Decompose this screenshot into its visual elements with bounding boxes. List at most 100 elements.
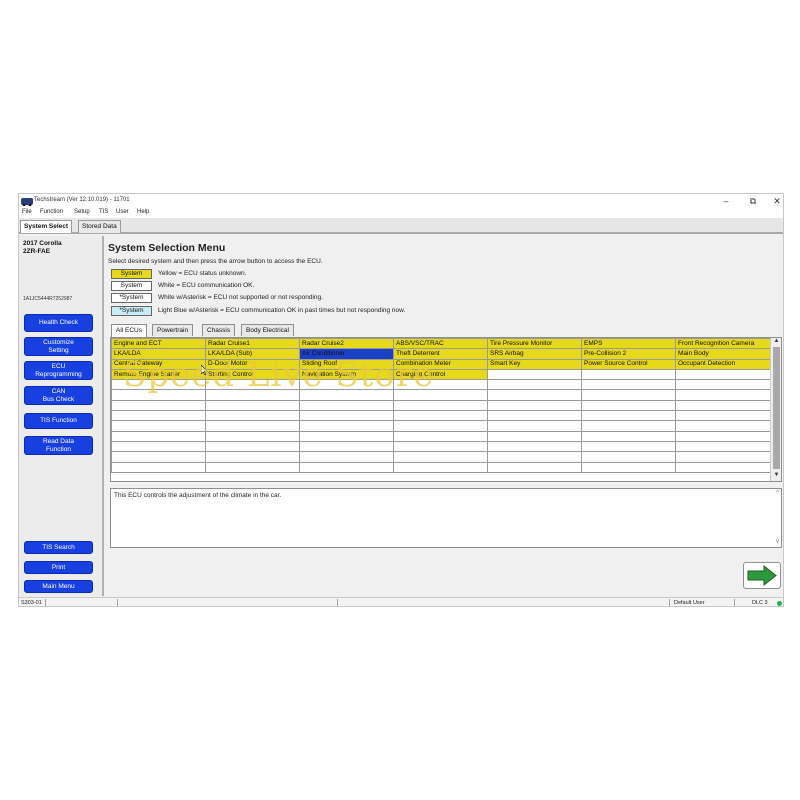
legend-text: Light Blue w/Asterisk = ECU communicatio… xyxy=(158,307,406,314)
status-bar: S303-01 Default User DLC 3 xyxy=(19,597,783,606)
legend-text: White w/Asterisk = ECU not supported or … xyxy=(158,294,323,301)
right-arrow-icon xyxy=(747,564,777,587)
scroll-down-icon[interactable]: ▼ xyxy=(772,472,781,478)
vehicle-info: 2017 Corolla 2ZR-FAE xyxy=(23,240,62,256)
empty-cell xyxy=(299,379,394,391)
scroll-up-icon[interactable]: ▲ xyxy=(772,338,781,344)
top-tab-strip: System Select Stored Data xyxy=(19,218,783,234)
ecu-cell[interactable]: Charging Control xyxy=(393,368,488,381)
status-divider xyxy=(337,599,338,606)
menu-user[interactable]: User xyxy=(116,209,129,215)
empty-cell xyxy=(393,379,488,391)
table-row xyxy=(111,389,772,401)
ecu-cell[interactable]: Radar Cruise1 xyxy=(205,338,300,350)
ecu-cell[interactable]: Theft Deterrent xyxy=(393,348,488,360)
menu-function[interactable]: Function xyxy=(40,209,63,215)
ecu-cell[interactable]: Combination Meter xyxy=(393,358,488,370)
tis-search-button[interactable]: TIS Search xyxy=(24,541,93,554)
menu-setup[interactable]: Setup xyxy=(74,209,90,215)
empty-cell xyxy=(675,430,772,442)
next-arrow-button[interactable] xyxy=(743,562,781,589)
empty-cell xyxy=(487,451,582,463)
empty-cell xyxy=(299,430,394,442)
can-bus-check-button[interactable]: CAN Bus Check xyxy=(24,386,93,405)
ecu-cell[interactable]: Main Body xyxy=(675,348,772,360)
legend-swatch: System xyxy=(111,281,152,291)
tab-system-select[interactable]: System Select xyxy=(20,220,73,233)
menu-bar: File Function Setup TIS User Help xyxy=(19,208,783,218)
empty-cell xyxy=(581,440,676,453)
tab-all-ecus[interactable]: All ECUs xyxy=(111,324,148,337)
empty-cell xyxy=(393,461,488,473)
ecu-cell[interactable]: Smart Key xyxy=(487,358,582,370)
ecu-cell[interactable]: Navigation System xyxy=(299,368,394,381)
empty-cell xyxy=(205,461,300,473)
read-data-function-button[interactable]: Read Data Function xyxy=(24,436,93,455)
ecu-reprogramming-button[interactable]: ECU Reprogramming xyxy=(24,361,93,380)
page-title: System Selection Menu xyxy=(108,242,226,254)
ecu-cell[interactable]: EMPS xyxy=(581,338,676,350)
menu-help[interactable]: Help xyxy=(137,209,149,215)
empty-cell xyxy=(393,440,488,453)
vin-number: 1A1JC5444R7252987 xyxy=(23,296,73,302)
minimize-button[interactable]: – xyxy=(719,194,733,208)
ecu-cell[interactable]: Sliding Roof xyxy=(299,358,394,370)
ecu-cell[interactable]: Air Conditioner xyxy=(299,348,394,360)
title-bar: Techstream (Ver 12.10.019) - 11701 – ⧉ ✕ xyxy=(19,194,783,208)
empty-cell xyxy=(205,379,300,391)
ecu-cell[interactable]: Radar Cruise2 xyxy=(299,338,394,350)
table-row xyxy=(111,440,772,453)
customize-setting-button[interactable]: Customize Setting xyxy=(24,337,93,356)
empty-cell xyxy=(205,410,300,422)
empty-cell xyxy=(393,389,488,401)
ecu-cell[interactable]: Tire Pressure Monitor xyxy=(487,338,582,350)
empty-cell xyxy=(581,430,676,442)
ecu-cell[interactable]: Remote Engine Starter xyxy=(111,368,206,381)
table-row: LKA/LDA LKA/LDA (Sub) Air Conditioner Theft… xyxy=(111,348,772,360)
ecu-cell[interactable]: Starting Control xyxy=(205,368,300,381)
print-button[interactable]: Print xyxy=(24,561,93,574)
ecu-cell[interactable]: LKA/LDA (Sub) xyxy=(205,348,300,360)
empty-cell xyxy=(393,420,488,432)
empty-cell xyxy=(675,389,772,401)
ecu-cell[interactable]: Front Recognition Camera xyxy=(675,338,772,350)
status-user: Default User xyxy=(674,600,705,606)
ecu-cell[interactable]: ABS/VSC/TRAC xyxy=(393,338,488,350)
desc-scroll-down-icon[interactable]: v xyxy=(776,539,779,545)
ecu-cell[interactable]: LKA/LDA xyxy=(111,348,206,360)
empty-cell xyxy=(205,440,300,453)
table-row xyxy=(111,399,772,412)
empty-cell xyxy=(205,389,300,401)
empty-cell xyxy=(299,420,394,432)
menu-tis[interactable]: TIS xyxy=(99,209,108,215)
close-button[interactable]: ✕ xyxy=(770,194,783,208)
empty-cell xyxy=(299,410,394,422)
desc-scroll-up-icon[interactable]: ^ xyxy=(776,490,779,496)
ecu-cell[interactable]: Pre-Collision 2 xyxy=(581,348,676,360)
menu-file[interactable]: File xyxy=(22,209,32,215)
ecu-cell[interactable]: Occupant Detection xyxy=(675,358,772,370)
empty-cell xyxy=(111,440,206,453)
tab-stored-data[interactable]: Stored Data xyxy=(78,220,121,233)
ecu-cell[interactable]: Central Gateway xyxy=(111,358,206,370)
table-row: Engine and ECT Radar Cruise1 Radar Cruise2… xyxy=(111,338,772,350)
maximize-button[interactable]: ⧉ xyxy=(746,194,760,208)
legend-swatch: System xyxy=(111,269,152,279)
tab-powertrain[interactable]: Powertrain xyxy=(152,324,194,336)
ecu-cell[interactable]: SRS Airbag xyxy=(487,348,582,360)
health-check-button[interactable]: Health Check xyxy=(24,314,93,332)
empty-cell xyxy=(581,399,676,412)
grid-scrollbar[interactable]: ▲ ▼ xyxy=(770,338,781,481)
ecu-cell[interactable]: Power Source Control xyxy=(581,358,676,370)
instructions-text: Select desired system and then press the… xyxy=(108,258,323,265)
tab-chassis[interactable]: Chassis xyxy=(202,324,236,336)
main-menu-button[interactable]: Main Menu xyxy=(24,580,93,593)
tis-function-button[interactable]: TIS Function xyxy=(24,413,93,429)
tab-body-electrical[interactable]: Body Electrical xyxy=(241,324,294,336)
scroll-thumb[interactable] xyxy=(773,347,780,469)
empty-cell xyxy=(111,389,206,401)
empty-cell xyxy=(487,399,582,412)
ecu-cell[interactable]: Engine and ECT xyxy=(111,338,206,350)
empty-cell xyxy=(487,420,582,432)
ecu-cell[interactable]: D-Door Motor xyxy=(205,358,300,370)
